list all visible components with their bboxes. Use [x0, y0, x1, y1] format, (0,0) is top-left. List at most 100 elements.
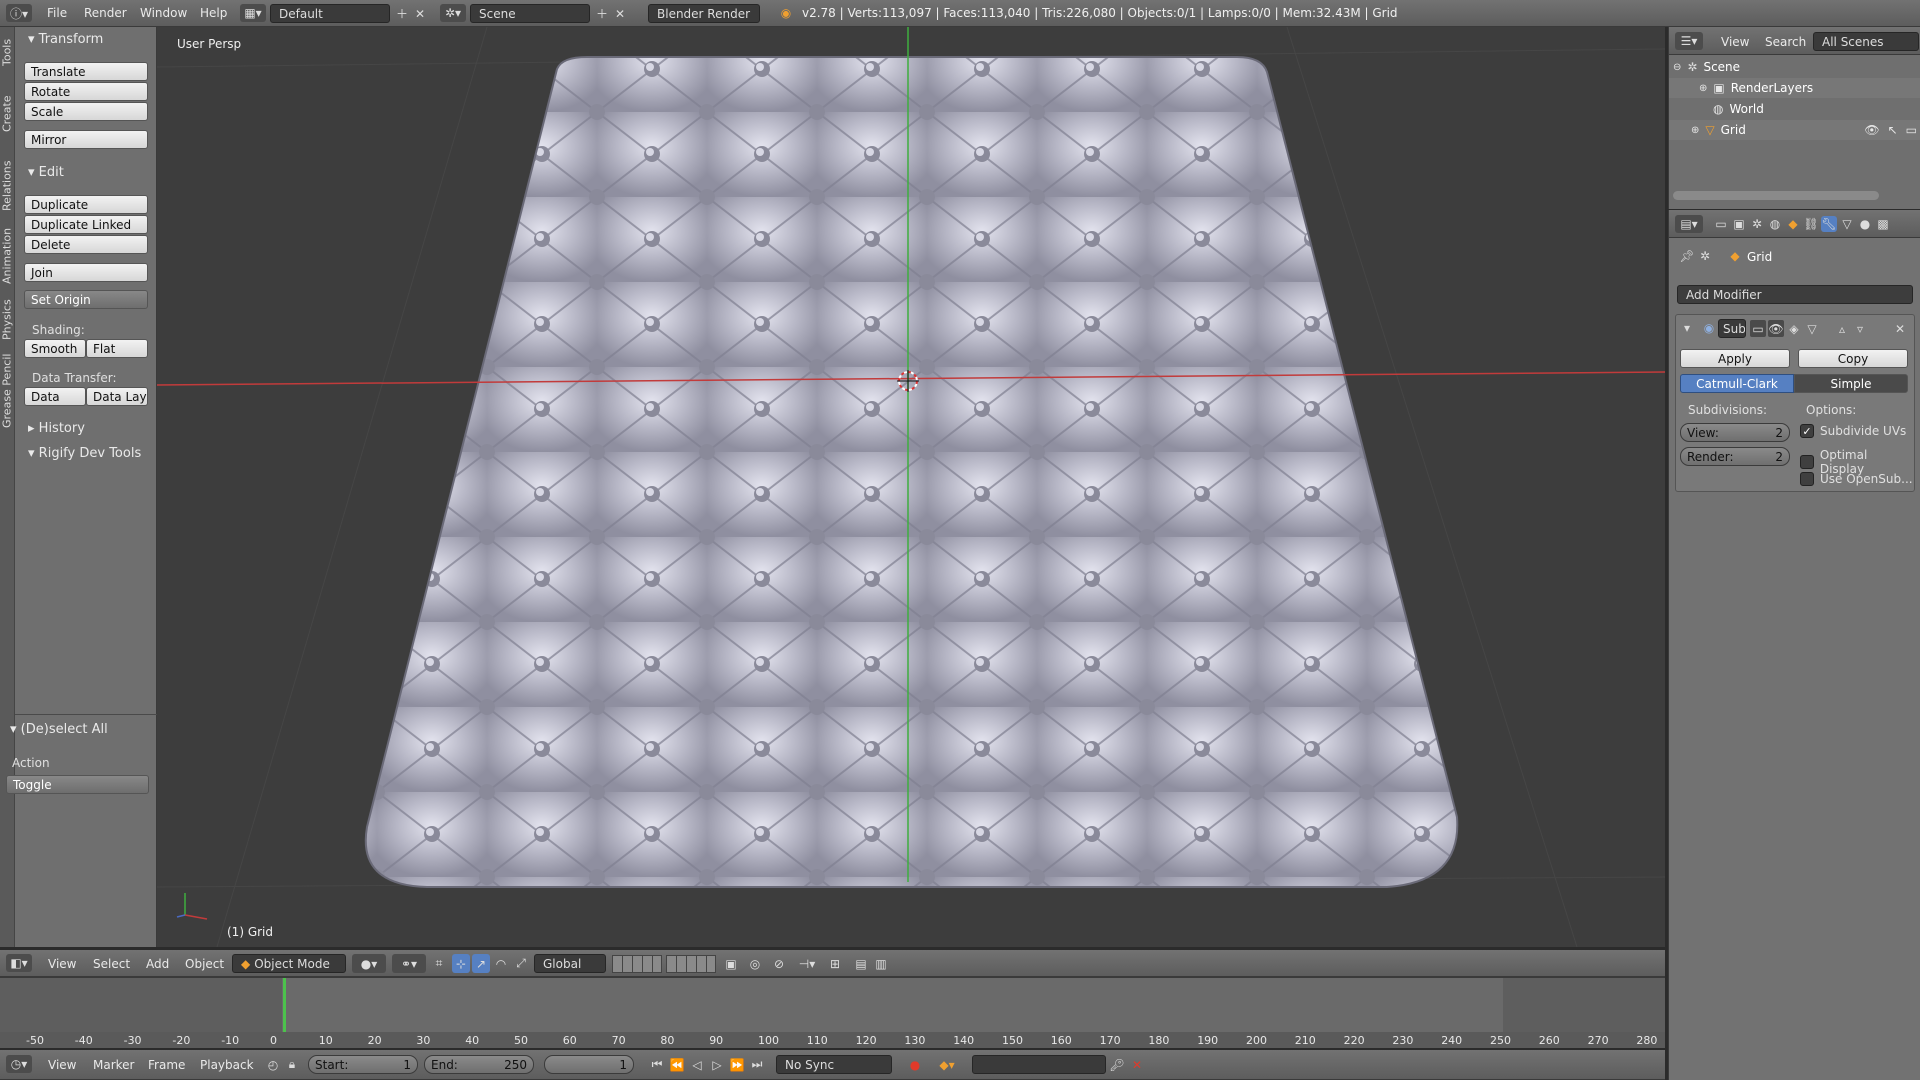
modifiers-tab-icon[interactable]: 🔧︎: [1821, 216, 1837, 232]
manipulator-icon[interactable]: ⌗: [430, 954, 448, 973]
modifier-cage-icon[interactable]: ▽: [1804, 320, 1820, 337]
action-select[interactable]: Toggle: [6, 775, 149, 794]
layout-field[interactable]: Default: [270, 4, 390, 23]
outliner-row-grid[interactable]: ⊕ ▽ Grid 👁︎ ↖ ▭: [1669, 120, 1920, 140]
move-up-icon[interactable]: ▵: [1834, 320, 1850, 337]
outliner-row-scene[interactable]: ⊖ ✲ Scene: [1669, 57, 1920, 77]
expand-icon[interactable]: ⊕: [1699, 83, 1707, 94]
history-panel-header[interactable]: ▸ History: [28, 421, 85, 436]
use-opensubdiv-checkbox[interactable]: [1800, 472, 1814, 486]
outliner-editor-icon[interactable]: ☰▾: [1675, 32, 1703, 50]
tab-grease-pencil[interactable]: Grease Pencil: [0, 351, 14, 431]
modifier-collapse-icon[interactable]: ▾: [1680, 321, 1694, 335]
render-tab-icon[interactable]: ▭: [1713, 216, 1729, 232]
outliner-menu-view[interactable]: View: [1721, 35, 1749, 49]
viewport-menu-add[interactable]: Add: [146, 957, 169, 971]
world-tab-icon[interactable]: ◍: [1767, 216, 1783, 232]
tab-create[interactable]: Create: [0, 79, 14, 149]
start-frame-field[interactable]: Start: 1: [308, 1055, 418, 1074]
end-frame-field[interactable]: End: 250: [424, 1055, 534, 1074]
layers-grid-icon-2[interactable]: [666, 955, 716, 973]
subdivide-uvs-checkbox[interactable]: ✓: [1800, 424, 1814, 438]
lock-range-icon[interactable]: 🔒︎: [284, 1055, 300, 1074]
timeline-ruler[interactable]: [0, 1032, 1665, 1048]
manipulator-toggle-icon[interactable]: ⊹: [452, 954, 470, 973]
tab-relations[interactable]: Relations: [0, 153, 14, 219]
play-icon[interactable]: ▷: [708, 1055, 726, 1074]
render-engine-select[interactable]: Blender Render: [648, 4, 760, 23]
transform-panel-header[interactable]: ▾ Transform: [28, 32, 103, 47]
viewport-menu-object[interactable]: Object: [185, 957, 224, 971]
expand-icon[interactable]: ⊕: [1691, 125, 1699, 136]
shading-mode-icon[interactable]: ●▾: [352, 954, 386, 973]
scene-icon[interactable]: ✲▾: [440, 4, 466, 22]
menu-file[interactable]: File: [47, 6, 67, 20]
properties-editor-icon[interactable]: ▤▾: [1675, 215, 1703, 233]
timeline-menu-marker[interactable]: Marker: [93, 1058, 134, 1072]
viewport-scene[interactable]: [157, 27, 1665, 947]
lock-layers-icon[interactable]: ▣: [722, 954, 740, 973]
smooth-button[interactable]: Smooth: [24, 339, 86, 358]
jump-end-icon[interactable]: ⏭: [748, 1055, 766, 1074]
set-origin-select[interactable]: Set Origin: [24, 290, 148, 309]
timeline[interactable]: -50 -40 -30 -20 -10 0 10 20 30 40 50 60 70 80 90 100 110…: [0, 977, 1665, 1048]
data-layout-button[interactable]: Data Layo: [86, 387, 148, 406]
delete-keyframe-icon[interactable]: ✕: [1128, 1055, 1146, 1074]
add-scene-icon[interactable]: ＋: [594, 4, 610, 23]
menu-window[interactable]: Window: [140, 6, 187, 20]
snap-icon[interactable]: ⊘: [770, 954, 788, 973]
rotate-button[interactable]: Rotate: [24, 82, 148, 101]
outliner-scrollbar[interactable]: [1673, 191, 1879, 200]
outliner[interactable]: ☰▾ View Search All Scenes ⊖ ✲ Scene ⊕ ▣ …: [1668, 27, 1920, 209]
next-keyframe-icon[interactable]: ⏩: [728, 1055, 746, 1074]
data-button[interactable]: Data: [24, 387, 86, 406]
current-frame-field[interactable]: 1: [544, 1055, 634, 1074]
subdivide-uvs-option[interactable]: ✓ Subdivide UVs: [1800, 424, 1906, 438]
current-frame-marker[interactable]: [283, 978, 286, 1033]
close-scene-icon[interactable]: ✕: [612, 4, 628, 23]
rigify-panel-header[interactable]: ▾ Rigify Dev Tools: [28, 446, 141, 461]
view-levels-field[interactable]: View: 2: [1680, 423, 1790, 442]
remove-modifier-icon[interactable]: ✕: [1892, 320, 1908, 337]
mode-select[interactable]: ◆ Object Mode: [232, 954, 346, 973]
render-layers-tab-icon[interactable]: ▣: [1731, 216, 1747, 232]
translate-button[interactable]: Translate: [24, 62, 148, 81]
simple-button[interactable]: Simple: [1794, 374, 1908, 393]
duplicate-linked-button[interactable]: Duplicate Linked: [24, 215, 148, 234]
jump-start-icon[interactable]: ⏮: [648, 1055, 666, 1074]
timeline-editor-icon[interactable]: ◷▾: [6, 1055, 32, 1073]
modifier-render-icon[interactable]: ▭: [1750, 320, 1766, 337]
pin-icon[interactable]: 📌︎: [1679, 248, 1695, 264]
expand-icon[interactable]: ⊖: [1673, 62, 1681, 73]
catmull-clark-button[interactable]: Catmull-Clark: [1680, 374, 1794, 393]
preview-range-icon[interactable]: ◴: [264, 1055, 282, 1074]
scene-tab-icon[interactable]: ✲: [1749, 216, 1765, 232]
outliner-filter-select[interactable]: All Scenes: [1813, 32, 1919, 51]
mirror-button[interactable]: Mirror: [24, 130, 148, 149]
snap-element-icon[interactable]: ⊣▾: [794, 954, 820, 973]
play-reverse-icon[interactable]: ◁: [688, 1055, 706, 1074]
viewport-menu-view[interactable]: View: [48, 957, 76, 971]
operator-panel-header[interactable]: ▾ (De)select All: [10, 722, 108, 737]
tab-animation[interactable]: Animation: [0, 223, 14, 289]
opengl-anim-icon[interactable]: ▥: [872, 954, 890, 973]
duplicate-button[interactable]: Duplicate: [24, 195, 148, 214]
keying-set-icon[interactable]: ◆▾: [932, 1055, 962, 1074]
visibility-eye-icon[interactable]: 👁︎: [1864, 123, 1879, 137]
sync-select[interactable]: No Sync: [776, 1055, 892, 1074]
optimal-display-checkbox[interactable]: [1800, 455, 1814, 469]
layout-icon[interactable]: ▦▾: [240, 4, 266, 22]
copy-button[interactable]: Copy: [1798, 349, 1908, 368]
tab-tools[interactable]: Tools: [0, 31, 14, 73]
add-modifier-select[interactable]: Add Modifier: [1677, 285, 1913, 304]
apply-button[interactable]: Apply: [1680, 349, 1790, 368]
modifier-viewport-icon[interactable]: 👁︎: [1768, 320, 1784, 337]
editor-type-icon[interactable]: ◧▾: [6, 954, 32, 972]
timeline-menu-playback[interactable]: Playback: [200, 1058, 254, 1072]
object-tab-icon[interactable]: ◆: [1785, 216, 1801, 232]
edit-panel-header[interactable]: ▾ Edit: [28, 165, 64, 180]
timeline-menu-view[interactable]: View: [48, 1058, 76, 1072]
outliner-row-renderlayers[interactable]: ⊕ ▣ RenderLayers: [1669, 78, 1920, 98]
material-tab-icon[interactable]: ●: [1857, 216, 1873, 232]
scale-manip-icon[interactable]: ⤢: [512, 954, 530, 973]
